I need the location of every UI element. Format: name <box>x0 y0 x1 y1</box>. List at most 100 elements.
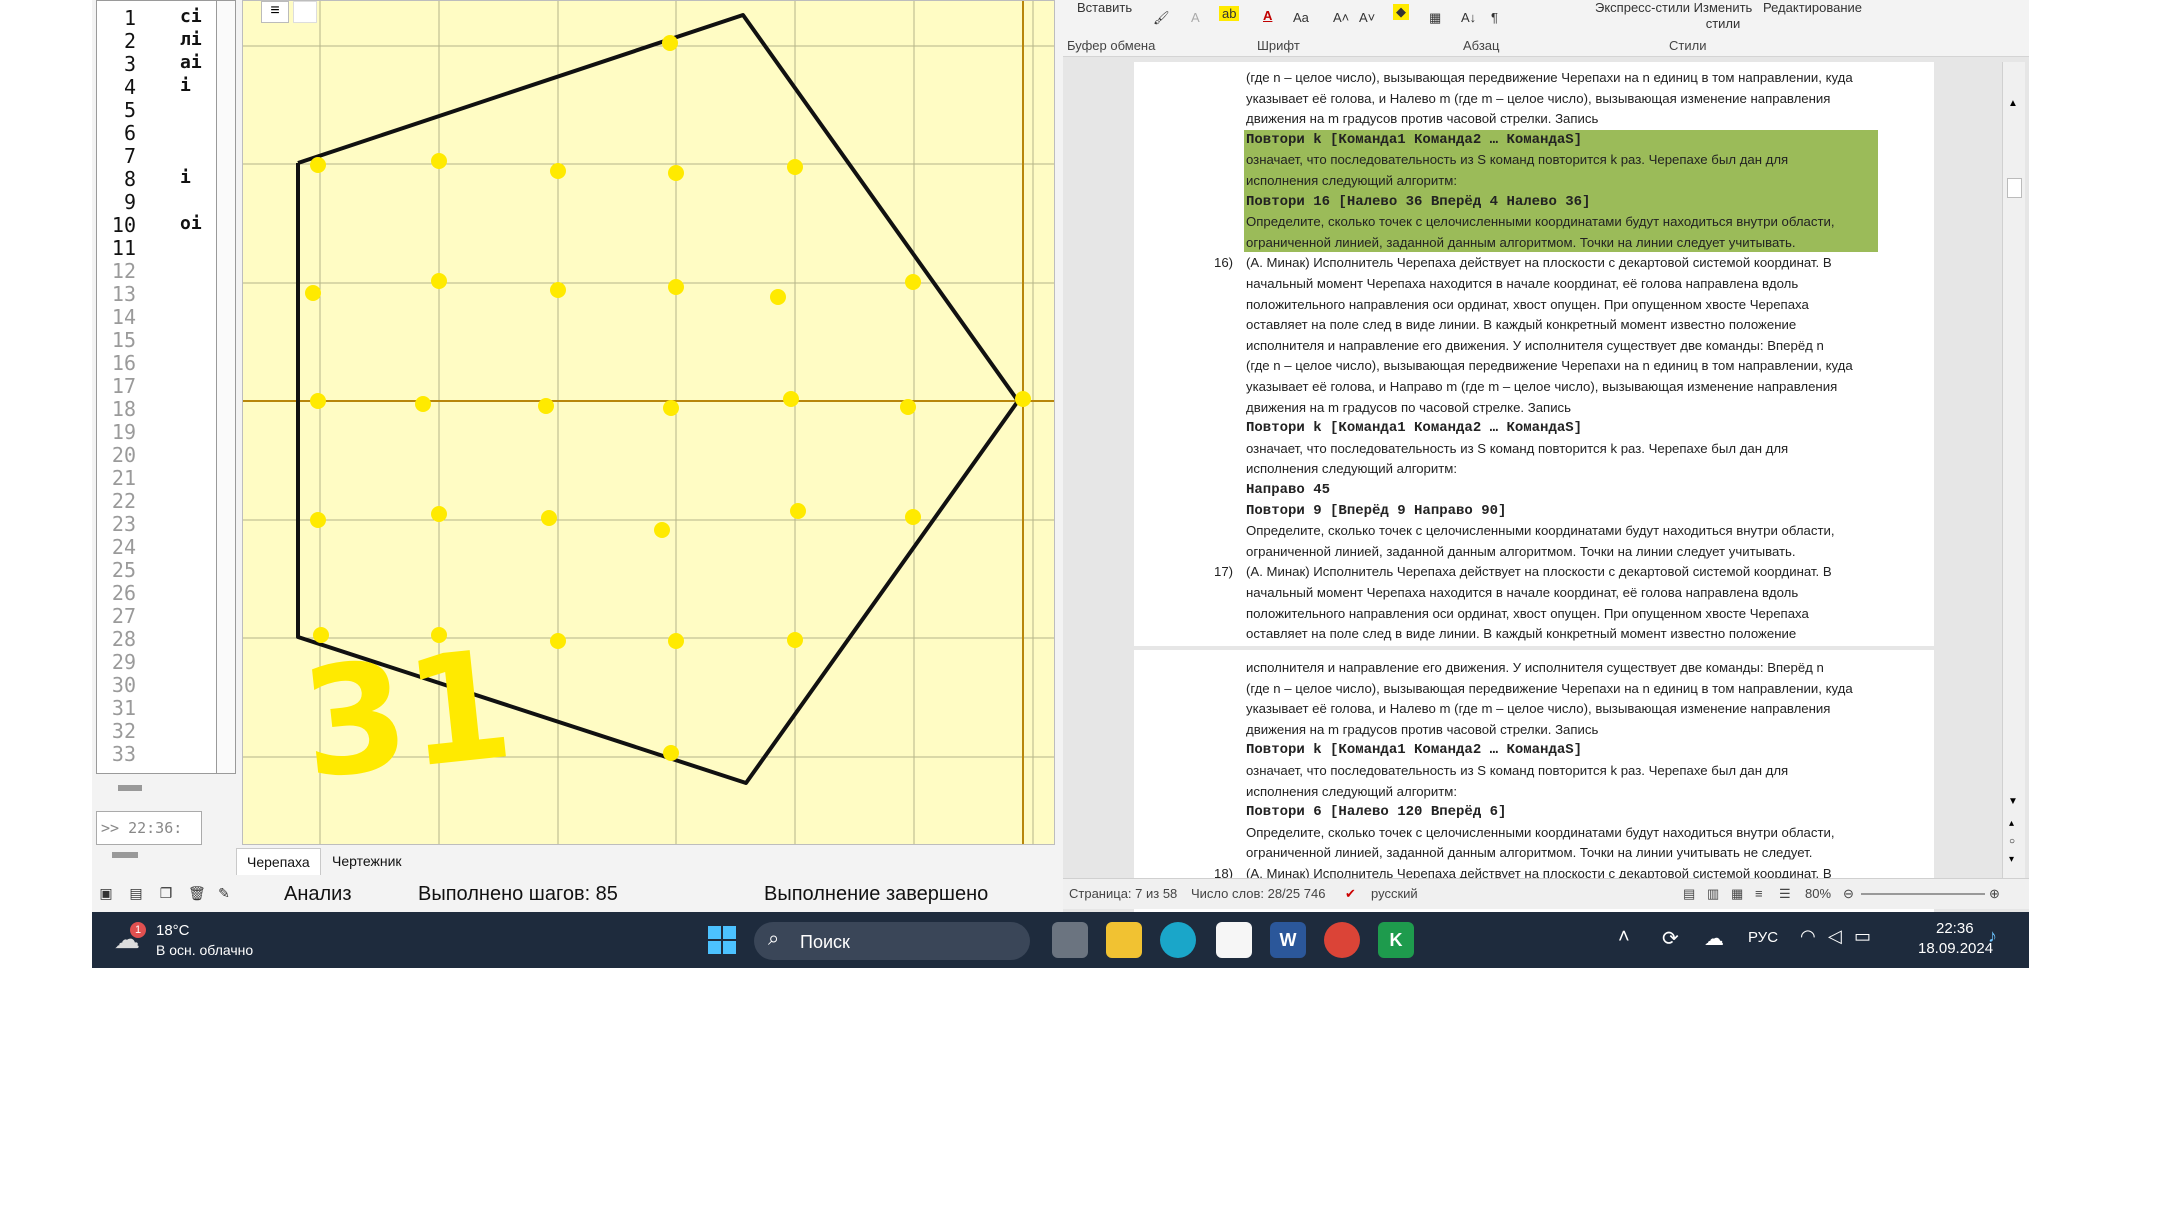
document-line: указывает её голова, и Направо m (где m … <box>1246 379 1838 394</box>
grow-font-icon[interactable]: A˄ <box>1333 10 1349 25</box>
trash-icon[interactable]: 🗑 <box>188 885 206 901</box>
zoom-in-icon[interactable]: ⊕ <box>1989 879 2000 909</box>
weather-desc[interactable]: В осн. облачно <box>156 942 253 958</box>
line-number: 28 <box>111 627 136 651</box>
code-fragment[interactable]: лі <box>180 29 202 50</box>
input-language[interactable]: РУС <box>1748 929 1778 946</box>
format-painter-icon[interactable]: 🖌 <box>1153 10 1170 26</box>
language[interactable]: русский <box>1371 879 1418 909</box>
print-icon[interactable]: ▤ <box>128 885 144 901</box>
code-fragment[interactable]: і <box>180 75 191 96</box>
next-page-icon[interactable]: ▾ <box>2009 854 2014 865</box>
line-number: 33 <box>111 742 136 766</box>
yellow-marker-dot <box>1015 391 1031 407</box>
tab-turtle[interactable]: Черепаха <box>236 848 321 875</box>
zoom-slider[interactable] <box>1861 893 1985 895</box>
zoom-level[interactable]: 80% <box>1805 879 1831 909</box>
code-editor[interactable] <box>178 0 216 774</box>
task-number: 16) <box>1214 255 1234 271</box>
line-number: 31 <box>111 696 136 720</box>
highlight-icon[interactable]: ab <box>1219 6 1240 21</box>
document-line: указывает её голова, и Налево m (где m –… <box>1246 90 1831 106</box>
edge-icon[interactable] <box>1160 922 1196 958</box>
line-number: 14 <box>111 305 136 329</box>
code-fragment[interactable]: оі <box>180 213 202 234</box>
code-fragment[interactable]: сі <box>180 6 202 27</box>
yellow-marker-dot <box>668 279 684 295</box>
pencil-icon[interactable]: ✎ <box>216 885 232 901</box>
wifi-icon[interactable]: ◠ <box>1800 926 1816 947</box>
font-color-icon[interactable]: A <box>1263 8 1272 23</box>
sync-icon[interactable]: ⟳ <box>1662 926 1679 951</box>
console-scrollbar[interactable] <box>112 852 138 858</box>
cloud-icon[interactable]: ☁ <box>1704 926 1724 951</box>
word-vertical-scrollbar[interactable]: ▲ ▼ ▴ ○ ▾ <box>2002 62 2025 878</box>
editor-scrollbar[interactable] <box>118 785 142 791</box>
canvas-menu-button[interactable]: ≡ <box>261 1 289 23</box>
change-styles-button[interactable]: Изменить стили <box>1693 0 1753 32</box>
shrink-font-icon[interactable]: A˅ <box>1359 10 1375 25</box>
canvas-extra-button[interactable] <box>293 1 317 23</box>
line-number: 25 <box>111 558 136 582</box>
file-explorer-icon[interactable] <box>1106 922 1142 958</box>
clock-time[interactable]: 22:36 <box>1936 920 1974 937</box>
copy-icon[interactable]: ❐ <box>158 885 174 901</box>
paragraph-mark-icon[interactable]: ¶ <box>1491 10 1498 25</box>
document-line: указывает её голова, и Налево m (где m –… <box>1246 701 1831 717</box>
store-icon[interactable] <box>1216 922 1252 958</box>
line-number: 12 <box>111 259 136 283</box>
line-number: 32 <box>111 719 136 743</box>
view-outline-icon[interactable]: ≡ <box>1755 879 1763 909</box>
tab-drawer[interactable]: Чертежник <box>322 848 412 874</box>
line-number: 17 <box>111 374 136 398</box>
line-number: 2 <box>123 29 136 53</box>
kumir-app-icon[interactable]: K <box>1378 922 1414 958</box>
search-box[interactable]: ⌕ Поиск <box>754 922 1030 960</box>
prev-page-icon[interactable]: ▴ <box>2009 818 2014 829</box>
notification-bell-icon[interactable]: ♪ <box>1988 926 1997 947</box>
show-hidden-icons-icon[interactable]: ˄ <box>1618 926 1630 949</box>
turtle-canvas[interactable]: 31 ≡ <box>242 0 1055 845</box>
page-count[interactable]: Страница: 7 из 58 <box>1069 879 1177 909</box>
battery-icon[interactable]: ▭ <box>1854 926 1871 947</box>
task-view-icon[interactable] <box>1052 922 1088 958</box>
code-fragment[interactable]: і <box>180 167 191 188</box>
word-app-icon[interactable]: W <box>1270 922 1306 958</box>
borders-icon[interactable]: ▦ <box>1429 10 1441 26</box>
line-number: 21 <box>111 466 136 490</box>
document-line: начальный момент Черепаха находится в на… <box>1246 276 1799 291</box>
view-read-icon[interactable]: ▥ <box>1707 879 1719 909</box>
scroll-thumb[interactable] <box>2007 178 2022 198</box>
sort-icon[interactable]: A↓ <box>1461 10 1476 25</box>
console-icon[interactable]: ▣ <box>98 885 114 901</box>
code-fragment[interactable]: аі <box>180 52 202 73</box>
paste-button[interactable]: Вставить <box>1077 0 1132 15</box>
weather-temp[interactable]: 18°C <box>156 922 190 939</box>
windows-start-icon[interactable] <box>708 926 736 954</box>
view-tabs: Черепаха Чертежник <box>236 848 536 875</box>
clock-date[interactable]: 18.09.2024 <box>1918 940 1993 957</box>
yellow-marker-dot <box>310 157 326 173</box>
line-number: 26 <box>111 581 136 605</box>
word-count[interactable]: Число слов: 28/25 746 <box>1191 879 1325 909</box>
yellow-marker-dot <box>770 289 786 305</box>
yellow-marker-dot <box>905 509 921 525</box>
shading-icon[interactable]: ◆ <box>1393 4 1409 20</box>
spellcheck-icon[interactable]: ✔ <box>1345 879 1356 909</box>
volume-icon[interactable]: ◁ <box>1828 926 1842 947</box>
search-icon: ⌕ <box>768 928 780 950</box>
change-case-icon[interactable]: Aa <box>1293 10 1309 25</box>
editing-button[interactable]: Редактирование <box>1763 0 1862 15</box>
chrome-icon[interactable] <box>1324 922 1360 958</box>
view-print-icon[interactable]: ▤ <box>1683 879 1695 909</box>
view-web-icon[interactable]: ▦ <box>1731 879 1743 909</box>
scroll-down-icon[interactable]: ▼ <box>2008 796 2018 807</box>
view-draft-icon[interactable]: ☰ <box>1779 879 1791 909</box>
scroll-up-icon[interactable]: ▲ <box>2008 98 2018 109</box>
line-number: 9 <box>123 190 136 214</box>
browse-object-icon[interactable]: ○ <box>2009 836 2015 847</box>
console-output[interactable]: >> 22:36: <box>96 811 202 845</box>
text-effects-icon[interactable]: A <box>1191 10 1200 25</box>
zoom-out-icon[interactable]: ⊖ <box>1843 879 1854 909</box>
express-styles-button[interactable]: Экспресс-стили <box>1595 0 1690 15</box>
